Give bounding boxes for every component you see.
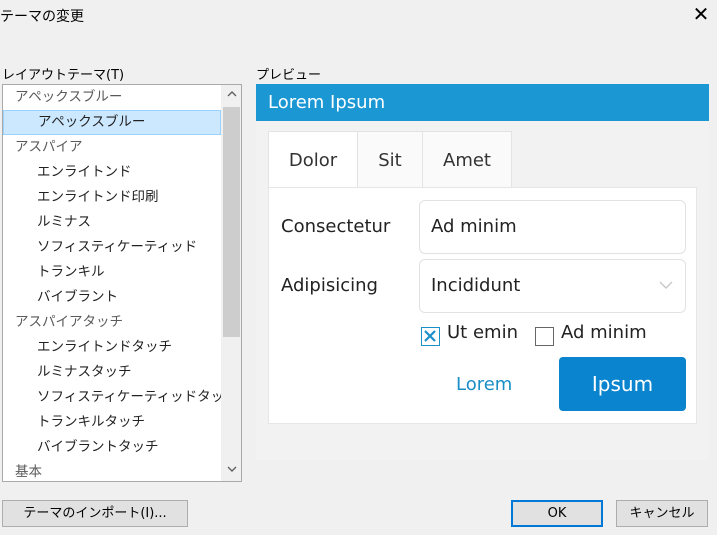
- preview-label: プレビュー: [256, 68, 322, 83]
- theme-list-item[interactable]: ソフィスティケーティッドタッチ: [3, 385, 238, 410]
- close-icon[interactable]: ✕: [690, 2, 712, 26]
- chevron-down-icon[interactable]: [221, 461, 241, 481]
- adipisicing-select[interactable]: Incididunt: [419, 259, 686, 313]
- ad-minim-checkbox[interactable]: [535, 327, 554, 346]
- tab-dolor[interactable]: Dolor: [268, 131, 358, 188]
- select-value: Incididunt: [431, 275, 521, 296]
- list-scrollbar[interactable]: [221, 85, 241, 481]
- theme-listbox[interactable]: アペックスブルー アペックスブルー アスパイア エンライトンド エンライトンド印刷 ルミナ…: [2, 84, 242, 482]
- theme-list-item[interactable]: アペックスブルー: [3, 110, 221, 135]
- theme-group-header[interactable]: アスパイア: [3, 135, 221, 160]
- dialog-title: テーマの変更: [0, 9, 84, 25]
- field-label-consectetur: Consectetur: [281, 216, 391, 237]
- chevron-down-icon: [659, 281, 673, 289]
- theme-list: アペックスブルー アペックスブルー アスパイア エンライトンド エンライトンド印刷 ルミナ…: [3, 85, 238, 481]
- theme-list-item[interactable]: ルミナスタッチ: [3, 360, 221, 385]
- ok-button[interactable]: OK: [511, 500, 603, 527]
- preview-header: Lorem Ipsum: [256, 84, 709, 121]
- theme-list-item[interactable]: エンライトンド: [3, 160, 221, 185]
- consectetur-input[interactable]: Ad minim: [419, 200, 686, 254]
- theme-list-item[interactable]: ルミナス: [3, 210, 221, 235]
- field-label-adipisicing: Adipisicing: [281, 275, 378, 296]
- theme-list-item[interactable]: バイブラント: [3, 285, 221, 310]
- ipsum-button[interactable]: Ipsum: [559, 357, 686, 411]
- ut-emin-label: Ut emin: [447, 322, 518, 343]
- import-theme-button[interactable]: テーマのインポート(I)...: [2, 500, 188, 527]
- layout-theme-label: レイアウトテーマ(T): [2, 68, 125, 83]
- chevron-up-icon[interactable]: [221, 85, 241, 105]
- theme-preview: Lorem Ipsum Dolor Sit Amet Consectetur A…: [256, 84, 709, 460]
- theme-group-header[interactable]: アスパイアタッチ: [3, 310, 221, 335]
- tab-sit[interactable]: Sit: [357, 131, 423, 188]
- theme-list-item[interactable]: エンライトンドタッチ: [3, 335, 221, 360]
- theme-list-item[interactable]: ソフィスティケーティッド: [3, 235, 221, 260]
- ad-minim-label: Ad minim: [561, 322, 647, 343]
- theme-list-item[interactable]: トランキル: [3, 260, 221, 285]
- theme-group-header[interactable]: 基本: [3, 460, 221, 481]
- tab-amet[interactable]: Amet: [422, 131, 512, 188]
- check-mark-icon: [424, 330, 436, 342]
- ut-emin-checkbox[interactable]: [421, 327, 440, 346]
- preview-panel: Consectetur Ad minim Adipisicing Incidid…: [268, 187, 697, 424]
- theme-list-item[interactable]: エンライトンド印刷: [3, 185, 221, 210]
- scrollbar-thumb[interactable]: [223, 107, 240, 337]
- lorem-link[interactable]: Lorem: [456, 374, 512, 395]
- cancel-button[interactable]: キャンセル: [616, 500, 708, 527]
- theme-group-header[interactable]: アペックスブルー: [3, 85, 221, 110]
- theme-list-item[interactable]: トランキルタッチ: [3, 410, 221, 435]
- theme-list-item[interactable]: バイブラントタッチ: [3, 435, 221, 460]
